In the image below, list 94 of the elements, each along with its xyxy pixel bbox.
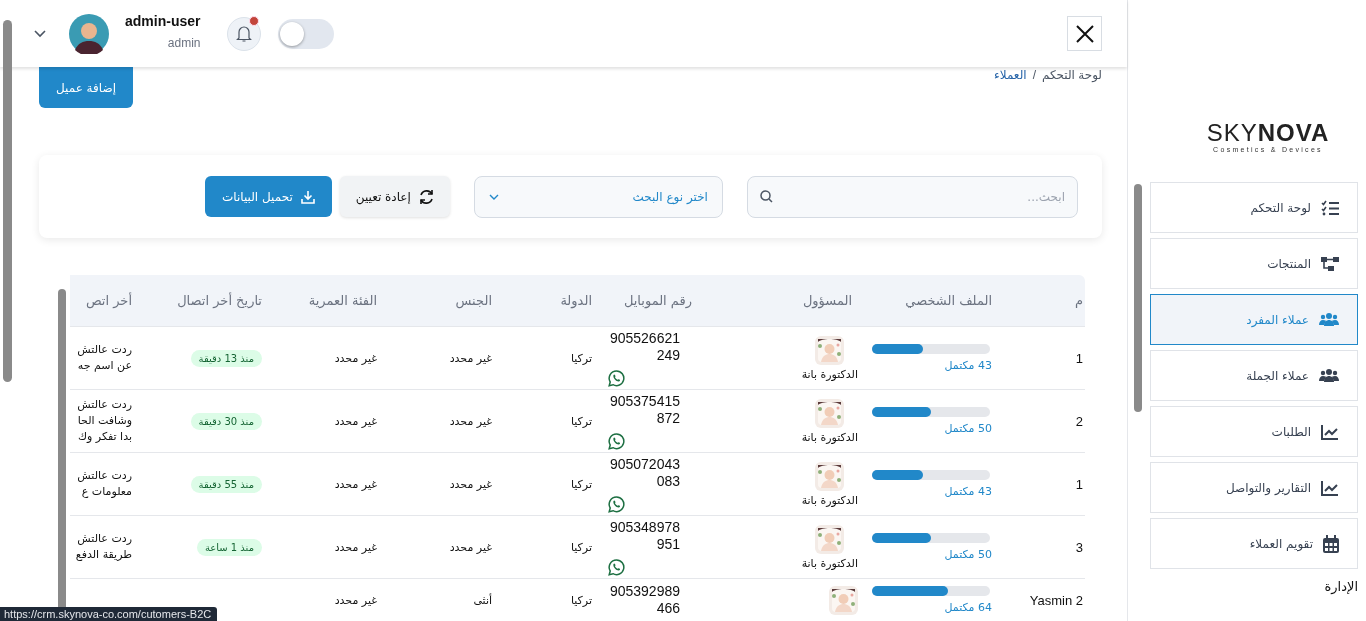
time-badge: منذ 30 دقيقة — [190, 412, 262, 430]
whatsapp-icon[interactable] — [608, 495, 625, 513]
user-role: admin — [167, 36, 201, 50]
search-input[interactable]: ابحث... — [865, 189, 1065, 204]
column-header: الملف الشخصي — [860, 275, 1000, 327]
whatsapp-icon[interactable] — [608, 558, 625, 576]
table-cell: غير محدد — [270, 326, 385, 390]
sidebar-item[interactable]: التقارير والتواصل — [1150, 462, 1358, 513]
whatsapp-icon[interactable] — [608, 369, 625, 387]
search-field[interactable]: ابحث... — [746, 175, 1078, 218]
calendar-icon — [1323, 534, 1339, 553]
breadcrumb-separator: / — [1032, 68, 1036, 82]
search-type-dropdown[interactable]: اختر نوع البحث — [473, 175, 723, 218]
download-button[interactable]: تحميل البيانات — [205, 176, 332, 217]
table-cell: تركيا — [500, 515, 600, 579]
table-cell: غير محدد — [270, 452, 385, 516]
profile-completion: 43 مكتمل — [943, 485, 992, 498]
table-cell: غير محدد — [385, 326, 500, 390]
status-url-tooltip: https://crm.skynova-co.com/cutomers-B2C — [0, 607, 218, 621]
sitemap-icon — [1321, 255, 1339, 272]
theme-toggle[interactable] — [278, 18, 335, 49]
add-customer-button[interactable]: إضافة عميل — [39, 67, 133, 108]
user-name: admin-user — [125, 13, 201, 29]
mobile-number: 905392989466 — [608, 583, 680, 617]
mobile-number: 905348978951 — [608, 518, 680, 553]
chevron-down-icon — [488, 193, 499, 200]
section-title: الإدارة — [1323, 579, 1358, 594]
reset-button[interactable]: إعادة تعيين — [339, 176, 450, 217]
column-header: رقم الموبايل — [600, 275, 700, 327]
table-cell: تركيا — [500, 578, 600, 621]
table-cell: غير محدد — [385, 515, 500, 579]
owner-name: الدكتورة بانة — [801, 556, 858, 570]
owner-name: الدكتورة بانة — [801, 493, 858, 507]
line-chart-icon — [1321, 479, 1339, 496]
note-text: ردت عالتش عن اسم جه — [78, 342, 132, 374]
table-cell: Yasmin 2 — [1000, 578, 1085, 621]
column-header: م — [1000, 275, 1085, 327]
close-button[interactable] — [1067, 16, 1102, 51]
whatsapp-icon[interactable] — [608, 432, 625, 450]
note-text: ردت عالتش وشافت الحا بدا تفكر وك — [78, 397, 132, 445]
table-cell: غير محدد — [385, 389, 500, 453]
time-badge: منذ 13 دقيقة — [190, 349, 262, 367]
time-badge: منذ 55 دقيقة — [190, 475, 262, 493]
scrollbar-thumb[interactable] — [1134, 184, 1142, 412]
download-icon — [300, 189, 315, 204]
profile-completion: 64 مكتمل — [943, 601, 992, 614]
sidebar-item[interactable]: الطلبات — [1150, 406, 1358, 457]
table-cell: غير محدد — [270, 389, 385, 453]
profile-completion: 50 مكتمل — [943, 422, 992, 435]
refresh-icon — [418, 189, 434, 204]
mobile-number: 905526621249 — [608, 329, 680, 364]
table-cell: غير محدد — [385, 452, 500, 516]
table-cell: تركيا — [500, 326, 600, 390]
column-header: الدولة — [500, 275, 600, 327]
chevron-down-icon[interactable] — [34, 29, 46, 38]
note-text: ردت عالتش معلومات ع — [78, 468, 132, 500]
column-header: تاريخ أخر اتصال — [140, 275, 270, 327]
table-cell: غير محدد — [270, 515, 385, 579]
column-header: أخر اتص — [70, 275, 140, 327]
breadcrumb-link[interactable]: لوحة التحكم — [1042, 68, 1102, 82]
table-cell: تركيا — [500, 452, 600, 516]
column-header: الفئة العمرية — [270, 275, 385, 327]
bell-icon — [236, 24, 253, 43]
table-cell: تركيا — [500, 389, 600, 453]
checklist-icon — [1321, 199, 1339, 216]
table-cell: غير محدد — [270, 578, 385, 621]
sidebar-item[interactable]: لوحة التحكم — [1150, 182, 1358, 233]
column-header: المسؤول — [700, 275, 860, 327]
time-badge: منذ 1 ساعة — [196, 538, 262, 556]
profile-completion: 50 مكتمل — [943, 548, 992, 561]
users-icon — [1319, 312, 1339, 327]
scrollbar-thumb[interactable] — [3, 20, 12, 382]
owner-name: الدكتورة بانة — [801, 367, 858, 381]
table-cell: أنثى — [385, 578, 500, 621]
sidebar-item[interactable]: المنتجات — [1150, 238, 1358, 289]
owner-name: الدكتورة بانة — [801, 430, 858, 444]
table-cell: 1 — [1000, 452, 1085, 516]
mobile-number: 905375415872 — [608, 392, 680, 427]
users-icon — [1319, 368, 1339, 383]
note-text: ردت عالتش طريقة الدفع — [78, 531, 132, 563]
avatar-icon — [69, 13, 109, 54]
table-cell: 3 — [1000, 515, 1085, 579]
close-icon — [1075, 24, 1094, 43]
profile-completion: 43 مكتمل — [943, 359, 992, 372]
table-cell: 2 — [1000, 389, 1085, 453]
mobile-number: 905072043083 — [608, 455, 680, 490]
sidebar-item[interactable]: عملاء الجملة — [1150, 350, 1358, 401]
search-icon — [759, 190, 773, 203]
sidebar-item[interactable]: عملاء المفرد — [1150, 294, 1358, 345]
sidebar-item[interactable]: تقويم العملاء — [1150, 518, 1358, 569]
column-header: الجنس — [385, 275, 500, 327]
table-cell: 1 — [1000, 326, 1085, 390]
notification-button[interactable] — [227, 16, 262, 51]
line-chart-icon — [1321, 423, 1339, 440]
